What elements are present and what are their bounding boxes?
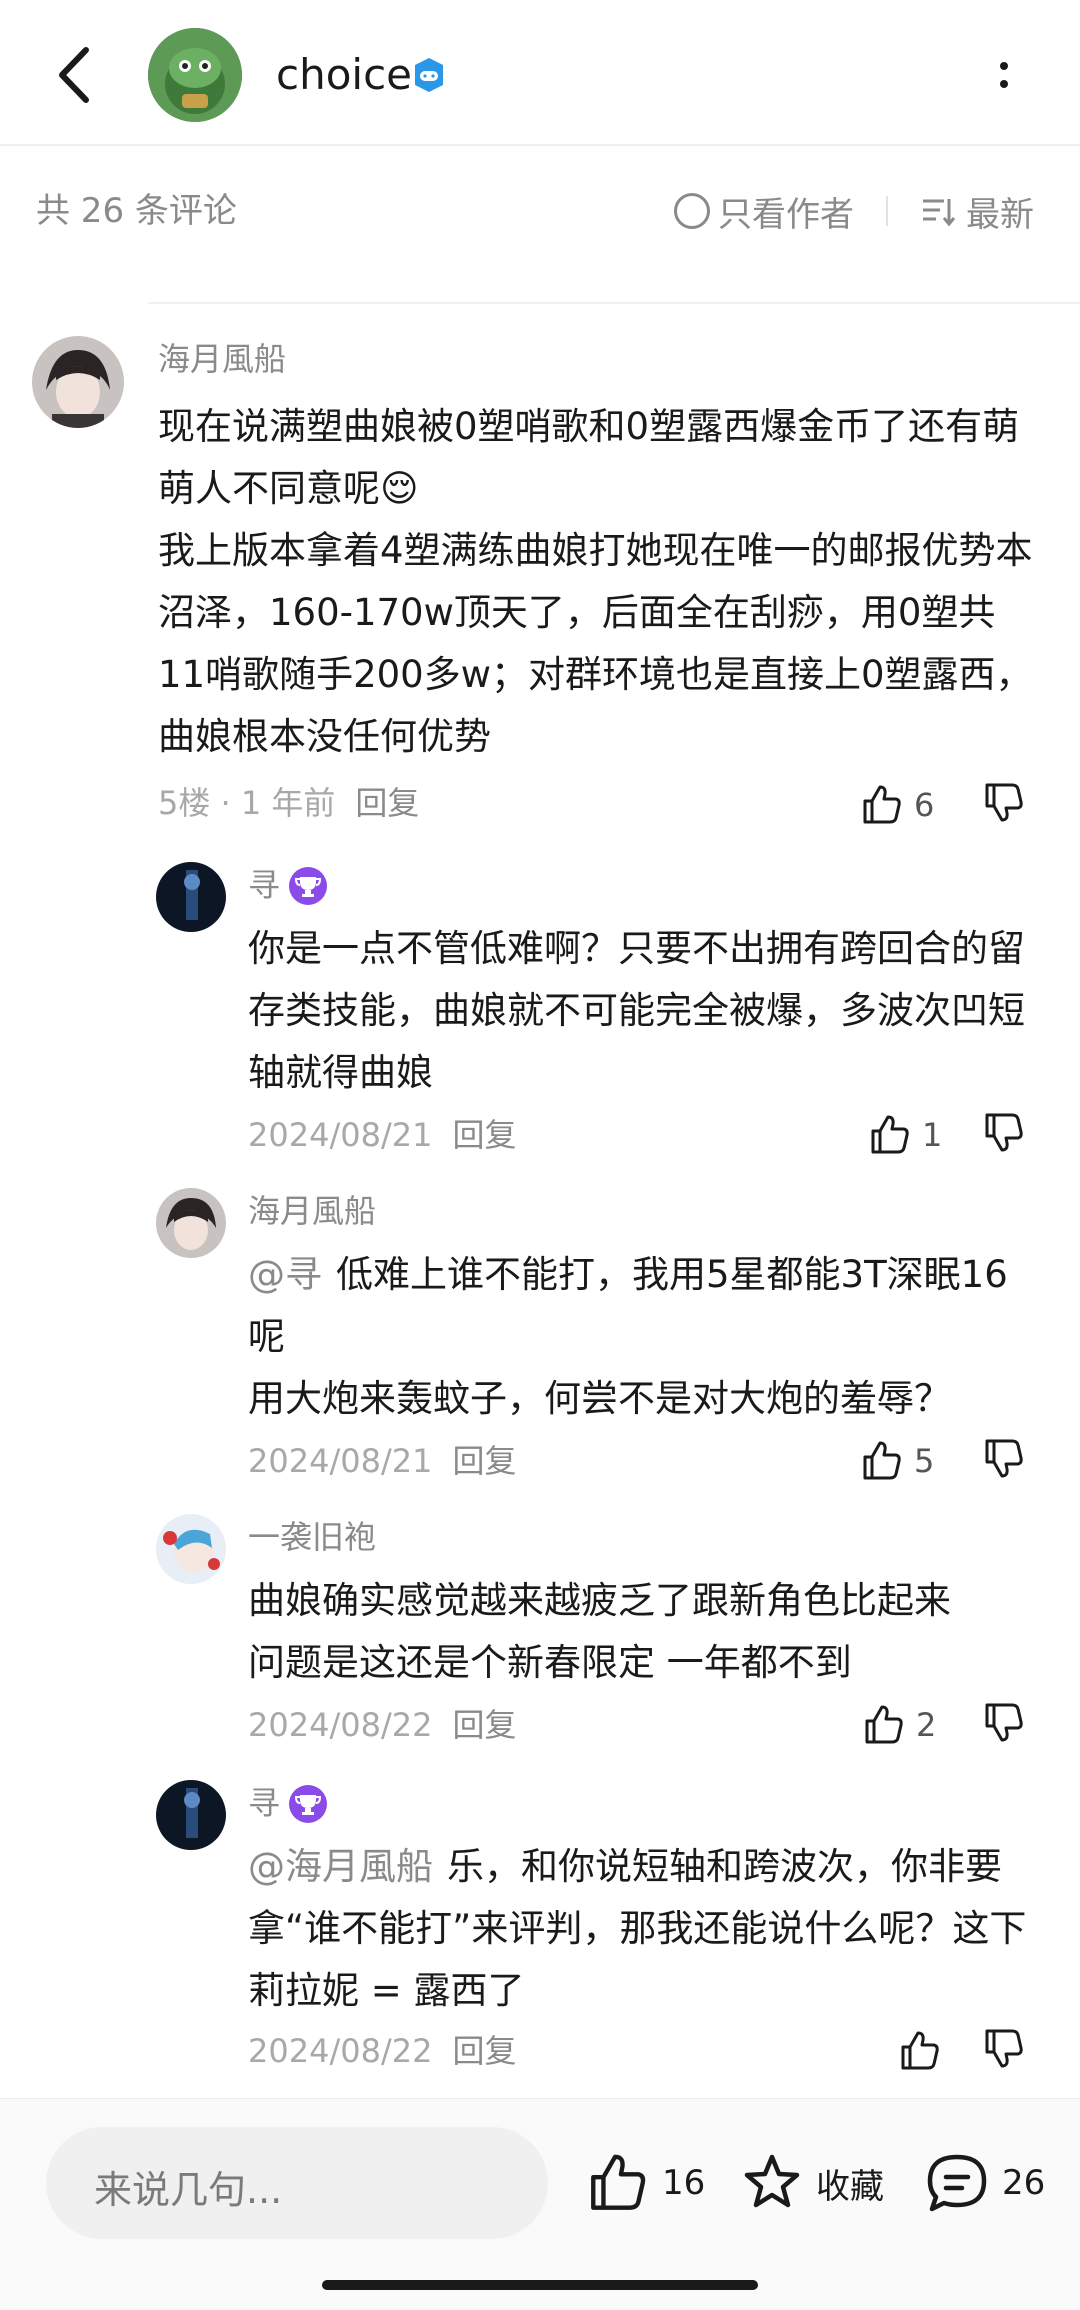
trophy-badge-icon: [288, 1784, 328, 1824]
comment-input[interactable]: 来说几句...: [46, 2127, 548, 2239]
comment-author[interactable]: 海月風船: [248, 1190, 376, 1232]
thumbs-down-icon: [985, 1439, 1023, 1478]
comment-count: 共 26 条评论: [36, 191, 237, 231]
only-author-toggle[interactable]: 只看作者: [674, 186, 854, 236]
comment-body: @海月風船 乐，和你说短轴和跨波次，你非要拿“谁不能打”来评判，那我还能说什么呢？…: [248, 1836, 1028, 2022]
back-button[interactable]: [50, 42, 100, 108]
more-vertical-icon: [1000, 62, 1008, 88]
dislike-button[interactable]: [982, 2026, 1032, 2076]
post-like-button[interactable]: 16: [586, 2151, 705, 2215]
thumbs-up-icon: [863, 1441, 901, 1480]
thumbs-down-icon: [985, 1703, 1023, 1742]
comment-meta: 2024/08/21 回复: [248, 1114, 516, 1156]
reply-button[interactable]: 回复: [452, 1116, 516, 1154]
like-count: 1: [922, 1116, 943, 1154]
comment-body: 现在说满塑曲娘被0塑哨歌和0塑露西爆金币了还有萌萌人不同意呢😌 我上版本拿着4塑…: [158, 396, 1040, 768]
trophy-badge-icon: [288, 866, 328, 906]
like-button[interactable]: [898, 2026, 952, 2076]
reply-button[interactable]: 回复: [452, 1442, 516, 1480]
star-icon: [744, 2154, 800, 2208]
avatar[interactable]: [156, 862, 226, 932]
reply-button[interactable]: 回复: [452, 1706, 516, 1744]
comment-paragraph: 问题是这还是个新春限定 一年都不到: [248, 1641, 852, 1684]
author-name[interactable]: choice: [276, 48, 412, 102]
like-count: 6: [914, 786, 935, 824]
comment-total-count: 26: [1002, 2163, 1046, 2203]
comment-filter-bar: 共 26 条评论 只看作者 最新: [0, 146, 1080, 304]
comment-paragraph: 用大炮来轰蚊子，何尝不是对大炮的羞辱？: [248, 1377, 951, 1420]
like-count: 5: [914, 1442, 935, 1480]
sort-icon: [923, 199, 956, 227]
post-like-count: 16: [662, 2163, 706, 2203]
thumbs-up-icon: [871, 1115, 909, 1154]
thumbs-up-icon: [901, 2031, 939, 2070]
dislike-button[interactable]: [982, 1110, 1032, 1160]
favorite-button[interactable]: 收藏: [740, 2151, 884, 2215]
chevron-left-icon: [59, 47, 89, 103]
comment-meta: 2024/08/22 回复: [248, 1704, 516, 1746]
comment-time: 2024/08/21: [248, 1442, 433, 1480]
dislike-button[interactable]: [982, 780, 1032, 830]
comment-author[interactable]: 寻: [248, 1782, 280, 1824]
comment-paragraph: 曲娘确实感觉越来越疲乏了跟新角色比起来: [248, 1579, 951, 1622]
thumbs-up-icon: [863, 785, 901, 824]
gamepad-badge-icon: [410, 56, 448, 94]
mention-link[interactable]: @海月風船: [248, 1845, 433, 1888]
thumbs-up-icon: [591, 2154, 646, 2210]
top-app-bar: choice: [0, 0, 1080, 146]
comment-meta: 2024/08/21 回复: [248, 1440, 516, 1482]
favorite-label: 收藏: [816, 2166, 884, 2207]
like-button[interactable]: 5: [860, 1436, 934, 1486]
only-author-label: 只看作者: [718, 194, 854, 235]
thumbs-down-icon: [985, 1113, 1023, 1152]
avatar[interactable]: [156, 1188, 226, 1258]
dislike-button[interactable]: [982, 1436, 1032, 1486]
comment-paragraph: @寻 低难上谁不能打，我用5星都能3T深眠16呢: [248, 1244, 1028, 1368]
like-button[interactable]: 6: [860, 780, 934, 830]
comment-time: 5楼 · 1 年前: [158, 784, 336, 822]
thumbs-down-icon: [985, 2029, 1023, 2068]
dislike-button[interactable]: [982, 1700, 1032, 1750]
comment-body: @寻 低难上谁不能打，我用5星都能3T深眠16呢 用大炮来轰蚊子，何尝不是对大炮的…: [248, 1244, 1028, 1430]
avatar[interactable]: [156, 1780, 226, 1850]
home-indicator: [322, 2280, 758, 2290]
comment-author[interactable]: 一袭旧袍: [248, 1516, 376, 1558]
comment-body: 曲娘确实感觉越来越疲乏了跟新角色比起来 问题是这还是个新春限定 一年都不到: [248, 1570, 1028, 1694]
divider: [886, 196, 888, 226]
comment-meta: 2024/08/22 回复: [248, 2030, 516, 2072]
comment-paragraph-text: 低难上谁不能打，我用5星都能3T深眠16呢: [248, 1253, 1008, 1358]
comment-body: 你是一点不管低难啊？只要不出拥有跨回合的留存类技能，曲娘就不可能完全被爆，多波次…: [248, 918, 1028, 1104]
comment-time: 2024/08/22: [248, 2032, 433, 2070]
author-avatar[interactable]: [148, 28, 242, 122]
bottom-action-bar: 来说几句... 16 收藏 26: [0, 2098, 1080, 2310]
comment-paragraph: 我上版本拿着4塑满练曲娘打她现在唯一的邮报优势本沼泽，160-170w顶天了，后…: [158, 529, 1033, 758]
comment-time: 2024/08/21: [248, 1116, 433, 1154]
comment-author[interactable]: 海月風船: [158, 338, 286, 380]
avatar[interactable]: [156, 1514, 226, 1584]
more-options-button[interactable]: [984, 44, 1024, 108]
thumbs-up-icon: [865, 1705, 903, 1744]
comment-paragraph: @海月風船 乐，和你说短轴和跨波次，你非要拿“谁不能打”来评判，那我还能说什么呢？…: [248, 1836, 1028, 2022]
avatar[interactable]: [32, 336, 124, 428]
thumbs-down-icon: [985, 783, 1023, 822]
mention-link[interactable]: @寻: [248, 1253, 322, 1296]
comment-paragraph: 现在说满塑曲娘被0塑哨歌和0塑露西爆金币了还有萌萌人不同意呢😌: [158, 405, 1020, 510]
reply-button[interactable]: 回复: [452, 2032, 516, 2070]
like-count: 2: [916, 1706, 937, 1744]
comment-paragraph: 你是一点不管低难啊？只要不出拥有跨回合的留存类技能，曲娘就不可能完全被爆，多波次…: [248, 927, 1025, 1094]
comments-button[interactable]: 26: [924, 2151, 1045, 2215]
comment-author[interactable]: 寻: [248, 864, 280, 906]
radio-circle-icon: [674, 193, 710, 229]
reply-button[interactable]: 回复: [355, 784, 419, 822]
like-button[interactable]: 2: [862, 1700, 936, 1750]
sort-button[interactable]: 最新: [920, 186, 1034, 236]
comment-input-placeholder: 来说几句...: [94, 2168, 283, 2212]
comment-bubble-icon: [927, 2154, 987, 2212]
like-button[interactable]: 1: [868, 1110, 942, 1160]
sort-label: 最新: [966, 194, 1034, 235]
comment-meta: 5楼 · 1 年前 回复: [158, 782, 419, 824]
comment-time: 2024/08/22: [248, 1706, 433, 1744]
divider: [148, 302, 1080, 304]
